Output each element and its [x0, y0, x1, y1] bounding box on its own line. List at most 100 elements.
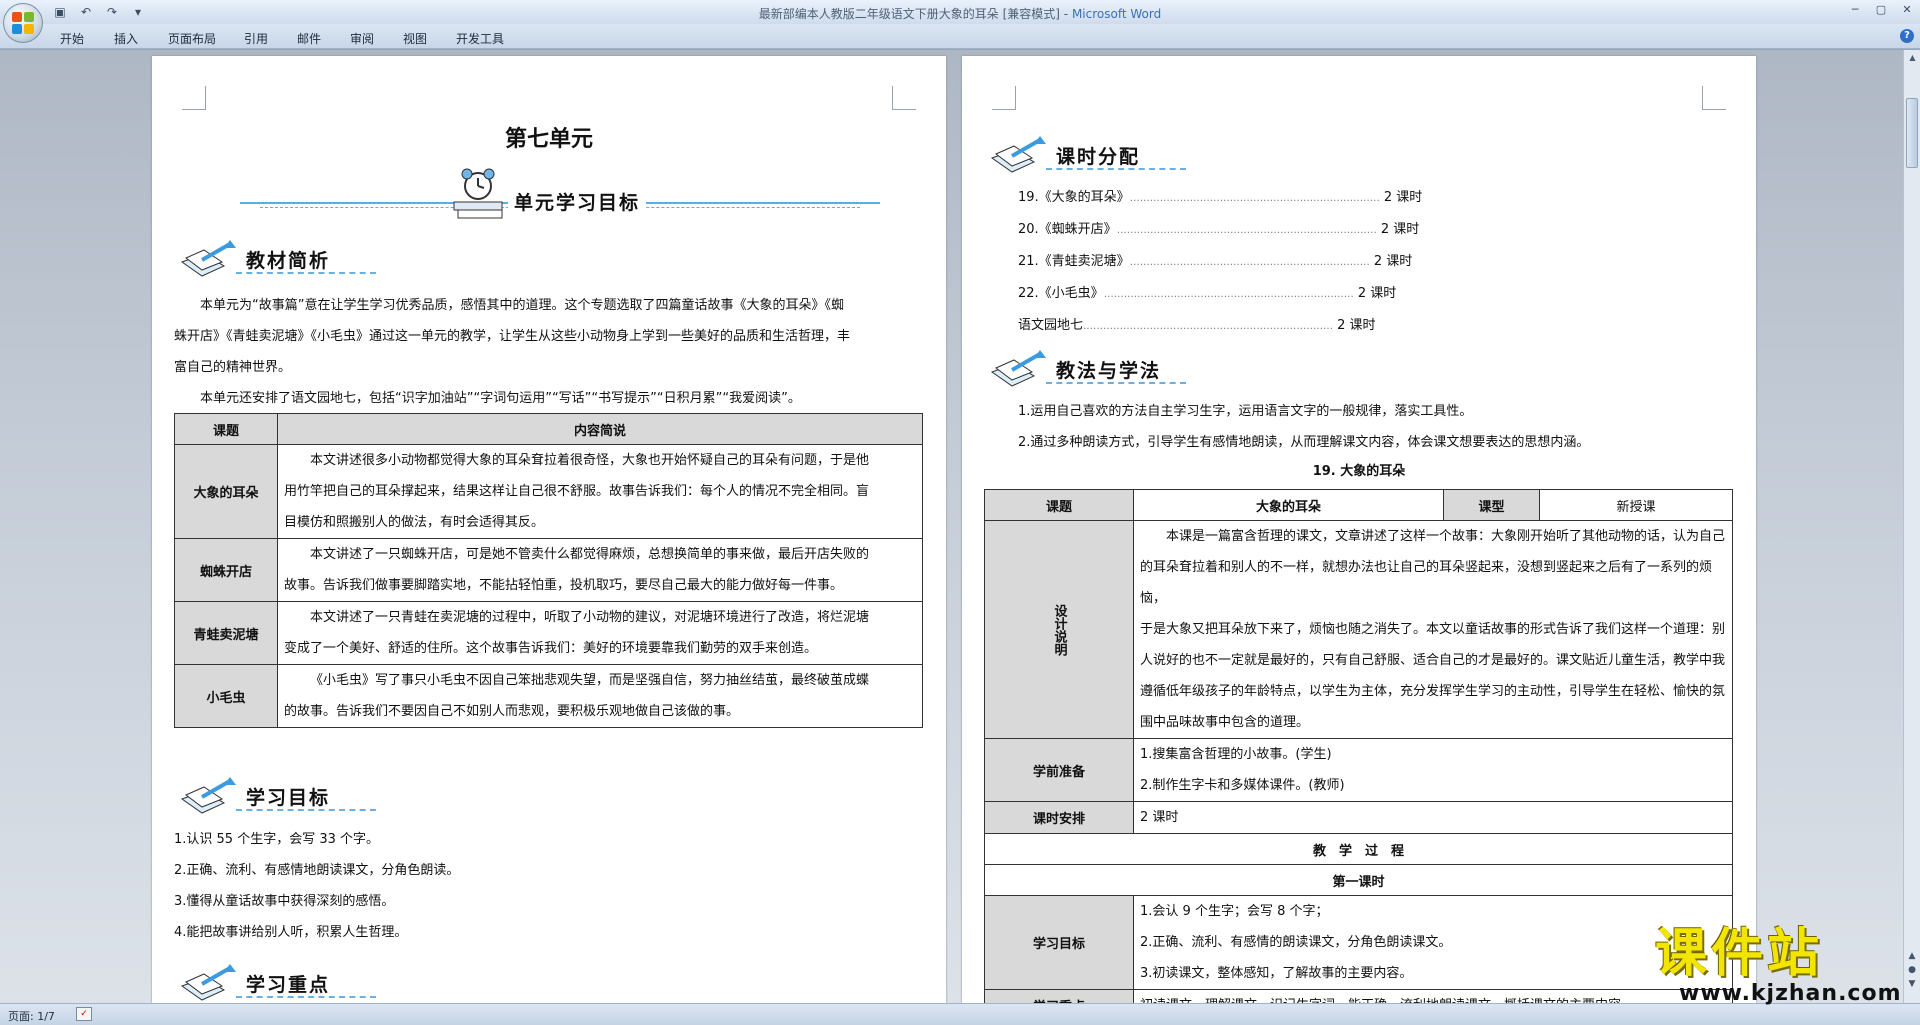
text-line: 初读课文，理解课文，识记生字词，能正确、流利地朗读课文，概括课文的主要内容。 — [1134, 990, 1732, 1003]
text-line: 围中品味故事中包含的道理。 — [1140, 715, 1310, 730]
table-row: 学习目标 1.会认 9 个生字；会写 8 个字； 2.正确、流利、有感情的朗读课… — [984, 895, 1733, 990]
section-underline — [236, 272, 376, 274]
text-line: 2.制作生字卡和多媒体课件。(教师) — [1140, 778, 1345, 793]
table-row: 小毛虫 《小毛虫》写了事只小毛虫不因自己笨拙悲观失望，而是坚强自信，努力抽丝结茧… — [174, 664, 923, 728]
status-bar: 页面: 1/7 ✓ — [0, 1003, 1920, 1025]
document-workspace[interactable]: 第七单元 单元学习目标 教材简析 本单元为“故事篇”意在让学生学习优秀品质，感悟… — [0, 50, 1903, 1003]
proofing-icon[interactable]: ✓ — [76, 1007, 92, 1021]
document-name: 最新部编本人教版二年级语文下册大象的耳朵 [兼容模式] — [758, 7, 1060, 21]
table-cell-title: 小毛虫 — [174, 664, 278, 728]
table-cell-content: 2 课时 — [1133, 801, 1733, 834]
close-icon[interactable]: ✕ — [1894, 0, 1920, 20]
table-header: 课题 — [174, 413, 278, 445]
lesson-name: 20.《蜘蛛开店》 — [1018, 222, 1117, 237]
table-cell-content: 初读课文，理解课文，识记生字词，能正确、流利地朗读课文，概括课文的主要内容。 — [1133, 989, 1733, 1003]
table-cell-content: 本文讲述很多小动物都觉得大象的耳朵耷拉着很奇怪，大象也开始怀疑自己的耳朵有问题，… — [277, 444, 923, 539]
list-item: 22.《小毛虫》………………………………………………………………… 2 课时 — [1018, 278, 1538, 310]
list-item: 21.《青蛙卖泥塘》……………………………………………………………… 2 课时 — [1018, 246, 1538, 278]
book-arrow-icon — [990, 136, 1046, 173]
text-line: 3.初读课文，整体感知，了解故事的主要内容。 — [1140, 966, 1413, 981]
section-title: 教材简析 — [246, 250, 331, 272]
section-heading: 教材简析 — [180, 232, 380, 284]
office-button[interactable] — [3, 3, 43, 43]
document-page-2[interactable]: 课时分配 19.《大象的耳朵》…………………………………………………………………… — [962, 56, 1756, 1003]
list-item: 语文园地七………………………………………………………………… 2 课时 — [1018, 310, 1538, 342]
text-line: 1.搜集富含哲理的小故事。(学生) — [1140, 747, 1332, 762]
scroll-up-icon[interactable]: ▲ — [1904, 50, 1920, 66]
crop-mark — [182, 86, 206, 110]
table-header: 课题 — [984, 489, 1134, 521]
window-title: 最新部编本人教版二年级语文下册大象的耳朵 [兼容模式] - Microsoft … — [758, 7, 1162, 21]
list-item: 3.懂得从童话故事中获得深刻的感悟。 — [174, 894, 395, 909]
text-line: 本单元为“故事篇”意在让学生学习优秀品质，感悟其中的道理。这个专题选取了四篇童话… — [200, 298, 844, 313]
section-heading: 学习目标 — [180, 769, 380, 821]
text-line: 的故事。告诉我们不要因自己不如别人而悲观，要积极乐观地做自己该做的事。 — [284, 704, 740, 719]
table-header: 内容简说 — [277, 413, 923, 445]
tab-review[interactable]: 审阅 — [350, 30, 374, 47]
vertical-scrollbar[interactable]: ▲ ▲ ● ▼ — [1903, 50, 1920, 1003]
table-cell-content: 本文讲述了一只青蛙在卖泥塘的过程中，听取了小动物的建议，对泥塘环境进行了改造，将… — [277, 601, 923, 665]
section-title: 学习重点 — [246, 974, 331, 996]
text-line: 变成了一个美好、舒适的住所。这个故事告诉我们：美好的环境要靠我们勤劳的双手来创造… — [284, 641, 818, 656]
title-bar: ▣ ↶ ↷ ▾ 最新部编本人教版二年级语文下册大象的耳朵 [兼容模式] - Mi… — [0, 0, 1920, 24]
content-table: 课题 内容简说 大象的耳朵 本文讲述很多小动物都觉得大象的耳朵耷拉着很奇怪，大象… — [174, 413, 923, 728]
book-arrow-icon — [180, 964, 236, 1001]
scrollbar-thumb[interactable] — [1906, 98, 1918, 168]
ribbon-tab-bar: 开始 插入 页面布局 引用 邮件 审阅 视图 开发工具 ? — [0, 24, 1920, 49]
leader-dots: ………………………………………………………………… — [1103, 289, 1354, 300]
page-indicator[interactable]: 页面: 1/7 — [8, 1008, 55, 1024]
table-header: 课型 — [1443, 489, 1540, 521]
lesson-hours: 2 课时 — [1373, 254, 1413, 269]
document-page-1[interactable]: 第七单元 单元学习目标 教材简析 本单元为“故事篇”意在让学生学习优秀品质，感悟… — [152, 56, 946, 1003]
site-watermark: 课件站 www.kjzhan.com — [1655, 925, 1920, 1005]
text-line: 富自己的精神世界。 — [174, 360, 292, 375]
section-title: 学习目标 — [246, 787, 331, 809]
table-cell-content: 1.搜集富含哲理的小故事。(学生) 2.制作生字卡和多媒体课件。(教师) — [1133, 738, 1733, 802]
banner-title: 单元学习目标 — [508, 188, 647, 215]
tab-developer[interactable]: 开发工具 — [456, 30, 504, 47]
table-header: 学前准备 — [984, 738, 1134, 802]
table-cell-content: 本课是一篇富含哲理的课文，文章讲述了这样一个故事：大象刚开始听了其他动物的话，认… — [1133, 520, 1733, 739]
table-cell-content: 《小毛虫》写了事只小毛虫不因自己笨拙悲观失望，而是坚强自信，努力抽丝结茧，最终破… — [277, 664, 923, 728]
section-underline — [1046, 382, 1186, 384]
maximize-icon[interactable]: ▢ — [1868, 0, 1894, 20]
text-line: 本文讲述了一只蜘蛛开店，可是她不管卖什么都觉得麻烦，总想换简单的事来做，最后开店… — [310, 547, 870, 562]
leader-dots: ……………………………………………………………… — [1129, 257, 1370, 268]
table-header: 学习重点 — [984, 989, 1134, 1003]
tab-home[interactable]: 开始 — [60, 30, 84, 47]
table-row: 青蛙卖泥塘 本文讲述了一只青蛙在卖泥塘的过程中，听取了小动物的建议，对泥塘环境进… — [174, 601, 923, 665]
tab-references[interactable]: 引用 — [244, 30, 268, 47]
lesson-plan-table: 课题 大象的耳朵 课型 新授课 设计说明 本课是一篇富含哲理的课文，文章讲述了这… — [984, 489, 1733, 1003]
text-line: 本文讲述很多小动物都觉得大象的耳朵耷拉着很奇怪，大象也开始怀疑自己的耳朵有问题，… — [310, 453, 870, 468]
section-heading: 课时分配 — [990, 128, 1190, 180]
table-row: 学前准备 1.搜集富含哲理的小故事。(学生) 2.制作生字卡和多媒体课件。(教师… — [984, 738, 1733, 802]
lesson-name: 19.《大象的耳朵》 — [1018, 190, 1130, 205]
goal-list: 1.认识 55 个生字，会写 33 个字。 2.正确、流利、有感情地朗读课文，分… — [174, 824, 894, 948]
tab-view[interactable]: 视图 — [403, 30, 427, 47]
office-logo-icon — [12, 12, 34, 34]
minimize-icon[interactable]: ─ — [1842, 0, 1868, 20]
section-heading: 教法与学法 — [990, 342, 1190, 394]
lesson-title: 19. 大象的耳朵 — [1312, 464, 1406, 479]
methods-list: 1.运用自己喜欢的方法自主学习生字，运用语言文字的一般规律，落实工具性。 2.通… — [1018, 396, 1718, 458]
tab-mailings[interactable]: 邮件 — [297, 30, 321, 47]
section-title: 课时分配 — [1056, 146, 1141, 168]
table-row: 学习重点 初读课文，理解课文，识记生字词，能正确、流利地朗读课文，概括课文的主要… — [984, 989, 1733, 1003]
text-line: 用竹竿把自己的耳朵撑起来，结果这样让自己很不舒服。故事告诉我们：每个人的情况不完… — [284, 484, 870, 499]
table-cell: 新授课 — [1539, 489, 1733, 521]
tab-insert[interactable]: 插入 — [114, 30, 138, 47]
app-name: Microsoft Word — [1071, 7, 1162, 21]
text-line: 1.会认 9 个生字；会写 8 个字； — [1140, 904, 1329, 919]
table-row: 蜘蛛开店 本文讲述了一只蜘蛛开店，可是她不管卖什么都觉得麻烦，总想换简单的事来做… — [174, 538, 923, 602]
text-line: 的耳朵耷拉着和别人的不一样，就想办法也让自己的耳朵竖起来，没想到竖起来之后有了一… — [1140, 560, 1713, 606]
help-icon[interactable]: ? — [1900, 29, 1914, 43]
lesson-hours: 2 课时 — [1380, 222, 1420, 237]
table-cell-content: 1.会认 9 个生字；会写 8 个字； 2.正确、流利、有感情的朗读课文，分角色… — [1133, 895, 1733, 990]
lesson-hours: 2 课时 — [1383, 190, 1423, 205]
section-underline — [1046, 168, 1186, 170]
tab-page-layout[interactable]: 页面布局 — [168, 30, 216, 47]
crop-mark — [1702, 86, 1726, 110]
text-line: 本文讲述了一只青蛙在卖泥塘的过程中，听取了小动物的建议，对泥塘环境进行了改造，将… — [310, 610, 870, 625]
table-cell-content: 本文讲述了一只蜘蛛开店，可是她不管卖什么都觉得麻烦，总想换简单的事来做，最后开店… — [277, 538, 923, 602]
lesson-hours: 2 课时 — [1337, 318, 1376, 333]
